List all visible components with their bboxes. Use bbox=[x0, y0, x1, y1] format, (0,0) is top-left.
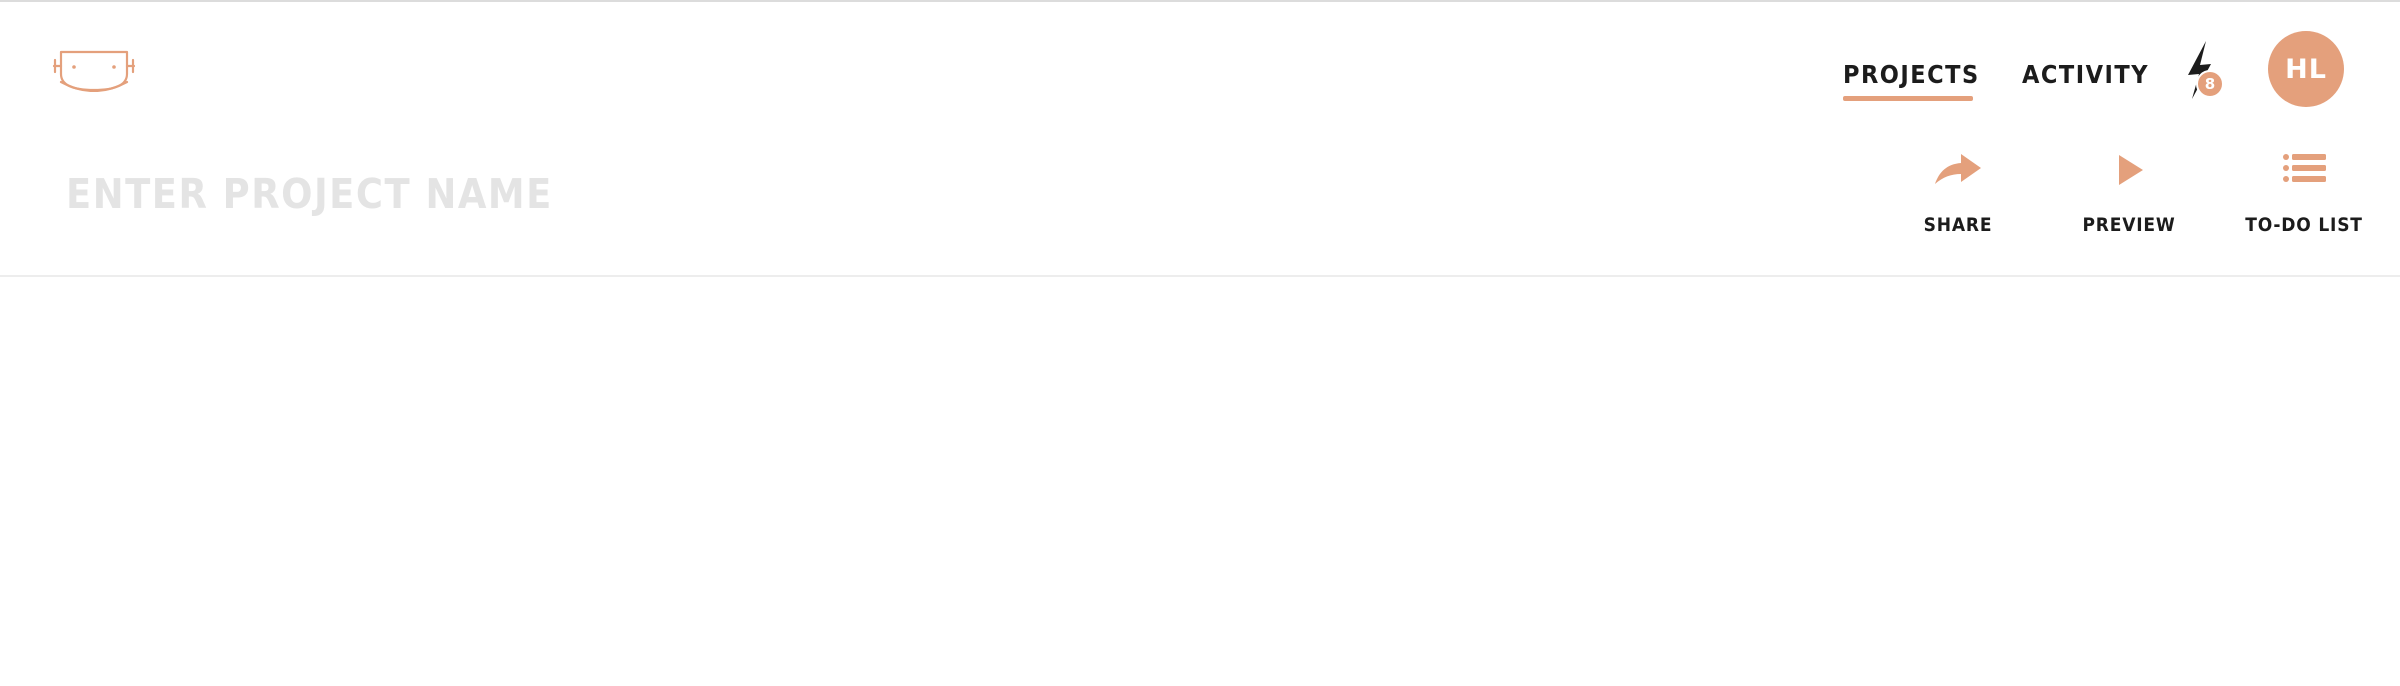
share-label: SHARE bbox=[1923, 214, 1993, 236]
nav-active-underline bbox=[1843, 96, 1973, 101]
user-avatar[interactable]: HL bbox=[2268, 31, 2344, 107]
share-arrow-icon bbox=[1935, 154, 1981, 184]
header-divider bbox=[0, 275, 2400, 277]
top-border bbox=[0, 0, 2400, 2]
todo-list-label: TO-DO LIST bbox=[2245, 214, 2363, 236]
robot-face-logo-icon bbox=[52, 50, 136, 92]
share-button[interactable]: SHARE bbox=[1893, 150, 2023, 250]
nav-activity-tab[interactable]: ACTIVITY bbox=[2022, 60, 2149, 89]
project-name-input[interactable] bbox=[66, 164, 766, 224]
app-logo[interactable] bbox=[48, 46, 140, 92]
nav-projects-tab[interactable]: PROJECTS bbox=[1843, 60, 1980, 89]
notification-count-badge: 8 bbox=[2196, 70, 2224, 98]
preview-button[interactable]: PREVIEW bbox=[2064, 150, 2194, 250]
list-icon bbox=[2283, 154, 2326, 182]
preview-label: PREVIEW bbox=[2082, 214, 2176, 236]
play-icon bbox=[2119, 155, 2143, 185]
todo-list-button[interactable]: TO-DO LIST bbox=[2239, 150, 2369, 250]
